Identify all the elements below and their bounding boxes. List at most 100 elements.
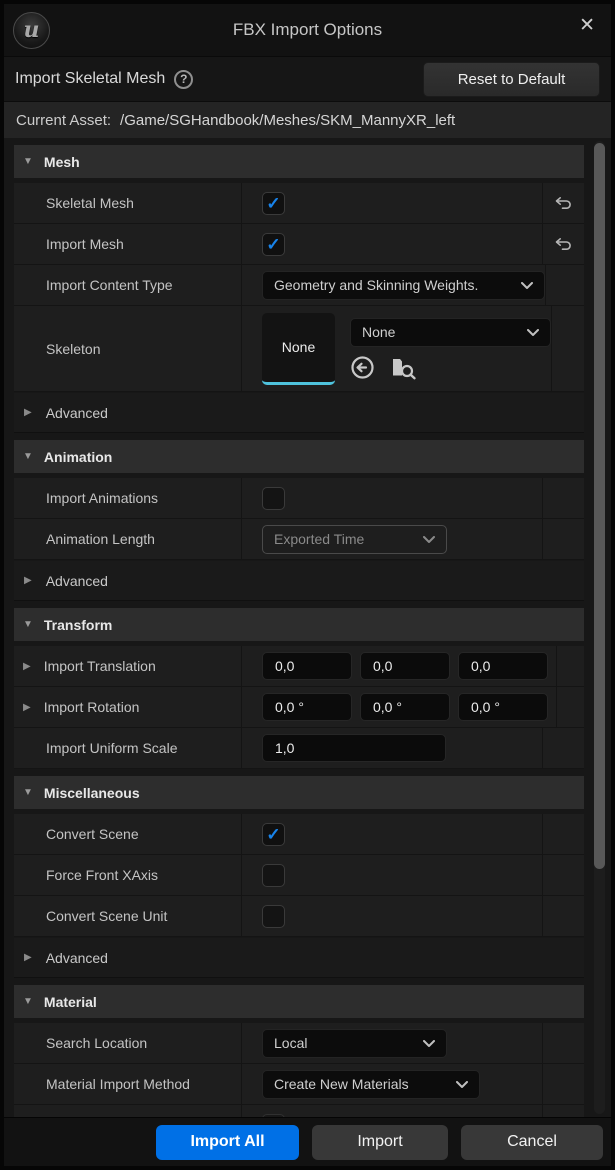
rotation-y-field[interactable]: 0,0 ° [360,693,450,721]
expanded-triangle-icon: ▼ [23,451,33,462]
section-header-mesh[interactable]: ▼ Mesh [14,145,584,178]
advanced-label: Advanced [46,573,108,589]
row-label: Search Location [14,1023,242,1063]
section-title: Transform [44,617,112,633]
section-header-animation[interactable]: ▼ Animation [14,440,584,473]
fbx-import-options-dialog: u FBX Import Options ✕ Import Skeletal M… [0,0,615,1170]
scrollbar-thumb[interactable] [594,143,605,869]
section-title: Animation [44,449,112,465]
collapsed-triangle-icon[interactable]: ▶ [23,702,31,713]
dropdown-value: Geometry and Skinning Weights. [274,277,513,293]
check-icon: ✓ [266,826,280,843]
row-import-uniform-scale: Import Uniform Scale 1,0 [14,728,584,769]
translation-z-field[interactable]: 0,0 [458,652,548,680]
section-header-transform[interactable]: ▼ Transform [14,608,584,641]
row-label: Import Animations [14,478,242,518]
expanded-triangle-icon: ▼ [23,619,33,630]
import-textures-checkbox: ✓ [262,1114,285,1118]
close-icon[interactable]: ✕ [579,16,595,35]
section-header-miscellaneous[interactable]: ▼ Miscellaneous [14,776,584,809]
row-label: Animation Length [14,519,242,559]
mesh-advanced-expander[interactable]: ▶ Advanced [14,393,584,433]
advanced-label: Advanced [46,405,108,421]
dialog-footer: Import All Import Cancel [4,1117,611,1166]
row-label: Material Import Method [14,1064,242,1104]
skeletal-mesh-checkbox[interactable]: ✓ [262,192,285,215]
browse-to-asset-icon[interactable] [391,355,418,380]
expanded-triangle-icon: ▼ [23,787,33,798]
collapsed-triangle-icon: ▶ [24,952,32,963]
row-import-rotation: ▶ Import Rotation 0,0 ° 0,0 ° 0,0 ° [14,687,584,728]
reset-property-icon[interactable] [554,237,573,252]
reset-property-icon[interactable] [554,196,573,211]
cancel-button[interactable]: Cancel [461,1125,603,1160]
window-title: FBX Import Options [4,20,611,40]
reset-to-default-button[interactable]: Reset to Default [423,62,600,97]
chevron-down-icon [521,282,533,289]
row-label: Convert Scene [14,814,242,854]
miscellaneous-advanced-expander[interactable]: ▶ Advanced [14,938,584,978]
row-label: Import Rotation [44,699,140,715]
use-selected-asset-icon[interactable] [350,355,375,380]
row-label: Convert Scene Unit [14,896,242,936]
translation-x-field[interactable]: 0,0 [262,652,352,680]
animation-advanced-expander[interactable]: ▶ Advanced [14,561,584,601]
row-skeleton: Skeleton None None [14,306,584,392]
row-import-mesh: Import Mesh ✓ [14,224,584,265]
current-asset-label: Current Asset: [16,112,111,129]
row-convert-scene: Convert Scene ✓ [14,814,584,855]
row-label: Import Content Type [14,265,242,305]
rotation-x-field[interactable]: 0,0 ° [262,693,352,721]
material-import-method-dropdown[interactable]: Create New Materials [262,1070,480,1099]
row-force-front-xaxis: Force Front XAxis [14,855,584,896]
import-type-header: Import Skeletal Mesh ? Reset to Default [4,57,611,102]
title-bar: u FBX Import Options ✕ [4,4,611,57]
row-label: Skeletal Mesh [14,183,242,223]
rotation-z-field[interactable]: 0,0 ° [458,693,548,721]
advanced-label: Advanced [46,950,108,966]
thumbnail-text: None [282,339,315,355]
import-button[interactable]: Import [312,1125,448,1160]
section-title: Material [44,994,97,1010]
dropdown-value: Exported Time [274,531,415,547]
dropdown-value: None [362,324,519,340]
import-all-button[interactable]: Import All [156,1125,299,1160]
import-content-type-dropdown[interactable]: Geometry and Skinning Weights. [262,271,545,300]
row-label: Force Front XAxis [14,855,242,895]
skeleton-dropdown[interactable]: None [350,318,551,347]
section-title: Miscellaneous [44,785,140,801]
force-front-xaxis-checkbox[interactable] [262,864,285,887]
row-animation-length: Animation Length Exported Time [14,519,584,560]
translation-y-field[interactable]: 0,0 [360,652,450,680]
skeleton-asset-thumbnail[interactable]: None [262,313,335,385]
collapsed-triangle-icon[interactable]: ▶ [23,661,31,672]
section-title: Mesh [44,154,80,170]
import-animations-checkbox[interactable] [262,487,285,510]
collapsed-triangle-icon: ▶ [24,575,32,586]
import-mesh-checkbox[interactable]: ✓ [262,233,285,256]
section-header-material[interactable]: ▼ Material [14,985,584,1018]
dropdown-value: Local [274,1035,415,1051]
chevron-down-icon [423,536,435,543]
row-label: Import Uniform Scale [14,728,242,768]
row-label: Import Translation [44,658,156,674]
row-material-import-method: Material Import Method Create New Materi… [14,1064,584,1105]
expanded-triangle-icon: ▼ [23,156,33,167]
chevron-down-icon [423,1040,435,1047]
row-import-content-type: Import Content Type Geometry and Skinnin… [14,265,584,306]
check-icon: ✓ [266,1117,280,1118]
search-location-dropdown[interactable]: Local [262,1029,447,1058]
convert-scene-checkbox[interactable]: ✓ [262,823,285,846]
help-icon[interactable]: ? [174,70,193,89]
current-asset-path: /Game/SGHandbook/Meshes/SKM_MannyXR_left [120,112,455,129]
chevron-down-icon [527,329,539,336]
row-search-location: Search Location Local [14,1023,584,1064]
import-type-title: Import Skeletal Mesh [15,70,165,88]
vertical-scrollbar[interactable] [594,141,605,1114]
property-grid: ▼ Mesh Skeletal Mesh ✓ Import Mesh [4,138,611,1117]
animation-length-dropdown: Exported Time [262,525,447,554]
uniform-scale-field[interactable]: 1,0 [262,734,446,762]
row-import-textures: Import Textures ✓ [14,1105,584,1117]
row-convert-scene-unit: Convert Scene Unit [14,896,584,937]
convert-scene-unit-checkbox[interactable] [262,905,285,928]
